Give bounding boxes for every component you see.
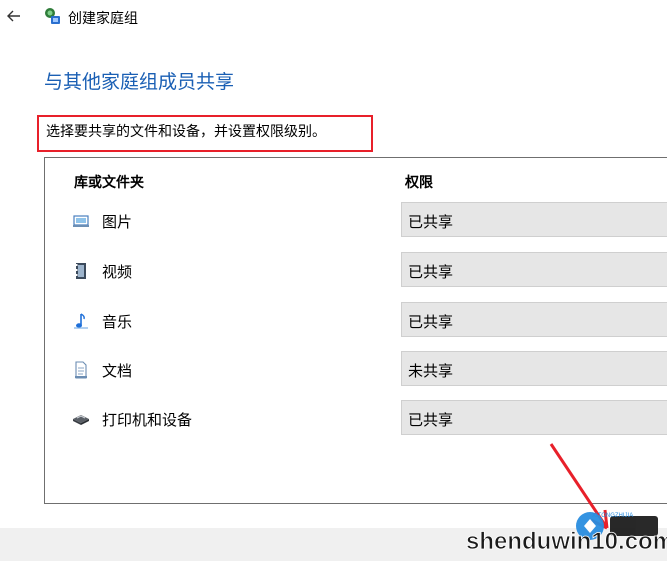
pictures-icon: [73, 215, 89, 227]
music-icon: [74, 313, 88, 329]
share-row-printers: 打印机和设备 已共享: [45, 400, 667, 436]
instruction-text: 选择要共享的文件和设备，并设置权限级别。: [46, 124, 326, 140]
permission-value: 未共享: [408, 362, 454, 380]
share-row-pictures: 图片 已共享: [45, 202, 667, 238]
printer-icon: [73, 415, 89, 425]
back-arrow-icon[interactable]: [4, 6, 24, 26]
share-row-documents: 文档 未共享: [45, 351, 667, 387]
column-header-permission: 权限: [405, 175, 433, 191]
share-row-videos: 视频 已共享: [45, 252, 667, 288]
videos-icon: [76, 263, 86, 279]
row-label: 视频: [102, 263, 133, 281]
watermark-text: shenduwin10.com: [466, 528, 667, 555]
permission-value: 已共享: [408, 263, 454, 281]
page-heading: 与其他家庭组成员共享: [44, 71, 235, 93]
permission-value: 已共享: [408, 313, 454, 331]
row-label: 文档: [102, 362, 133, 380]
permission-select-videos[interactable]: 已共享: [401, 252, 667, 287]
permission-select-printers[interactable]: 已共享: [401, 400, 667, 435]
permission-select-pictures[interactable]: 已共享: [401, 202, 667, 237]
permission-value: 已共享: [408, 213, 454, 231]
row-label: 图片: [102, 213, 133, 231]
title-bar: 创建家庭组: [0, 0, 667, 34]
homegroup-icon: [45, 8, 60, 24]
row-label: 打印机和设备: [102, 411, 193, 429]
column-header-library: 库或文件夹: [74, 175, 144, 191]
window-title: 创建家庭组: [68, 11, 138, 27]
permission-select-music[interactable]: 已共享: [401, 302, 667, 337]
documents-icon: [75, 361, 87, 379]
share-row-music: 音乐 已共享: [45, 302, 667, 338]
row-label: 音乐: [102, 313, 133, 331]
watermark-logo: shenduwin10.com XITONGZHIJIA: [466, 512, 667, 555]
permission-select-documents[interactable]: 未共享: [401, 351, 667, 386]
permission-value: 已共享: [408, 411, 454, 429]
watermark-subtext: XITONGZHIJIA: [592, 513, 633, 519]
